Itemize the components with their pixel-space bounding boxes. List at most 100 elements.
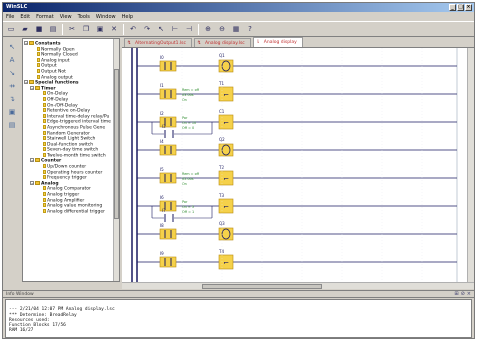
block-icon	[43, 136, 46, 141]
coil-element	[218, 59, 234, 73]
block-icon	[43, 197, 46, 202]
minimize-button[interactable]: _	[449, 4, 456, 11]
block-icon	[37, 52, 40, 57]
block-parameter: Rem = off	[182, 172, 200, 176]
tree-scrollbar[interactable]	[113, 39, 119, 281]
connect-icon[interactable]: ↘	[7, 68, 17, 78]
insert-icon[interactable]: ↴	[7, 94, 17, 104]
cut-icon[interactable]: ✂	[67, 24, 77, 34]
tree-item-label: Analog differential trigger	[47, 209, 105, 215]
delete-icon[interactable]: ✕	[109, 24, 119, 34]
output-line: RAM 16/27	[9, 328, 34, 334]
tab-label: Analog display	[263, 40, 297, 45]
tab-alternating-output[interactable]: ↯ AlternatingOutput1.lsc	[124, 38, 192, 47]
menu-window[interactable]: Window	[96, 14, 116, 20]
block-icon	[43, 186, 46, 191]
redo-icon[interactable]: ↷	[142, 24, 152, 34]
tab-label: Analog display.lsc	[204, 41, 245, 46]
diagram-hscrollbar[interactable]	[122, 282, 474, 289]
output-close-icon[interactable]: ×	[467, 291, 471, 297]
save-icon[interactable]: ■	[34, 24, 44, 34]
output-pin-icon[interactable]: ⊞	[454, 291, 458, 297]
tree-scroll-thumb[interactable]	[114, 69, 119, 219]
collapse-icon[interactable]: −	[24, 80, 28, 85]
menu-format[interactable]: Format	[36, 14, 54, 20]
cursor-icon[interactable]: ↖	[156, 24, 166, 34]
block-icon	[37, 57, 40, 62]
block-symbol: ⌐	[223, 259, 229, 267]
tree-list: − Constants Normally Open Normally Closed An…	[23, 39, 115, 281]
block-icon	[37, 74, 40, 79]
contact-element	[159, 144, 177, 156]
menu-tools[interactable]: Tools	[78, 14, 90, 20]
tree-item[interactable]: Asynchronous Pulse Gene	[23, 124, 115, 131]
tab-analog-display[interactable]: ⇂ Analog display	[252, 37, 303, 47]
block-icon	[43, 96, 46, 101]
block-icon	[43, 203, 46, 208]
open-icon[interactable]: ▰	[20, 24, 30, 34]
block-icon	[43, 141, 46, 146]
tree-item-label: Analog value monitoring	[47, 203, 103, 209]
tree-item[interactable]: Analog value monitoring	[23, 203, 115, 209]
block-icon	[43, 130, 46, 135]
pointer-icon[interactable]: ↖	[7, 42, 17, 52]
text-icon[interactable]: A	[7, 55, 17, 65]
ladder-doc-icon: ↯	[196, 40, 202, 46]
block-symbol: ⌐	[223, 175, 229, 183]
block-icon	[43, 124, 46, 129]
folder-icon	[35, 180, 40, 185]
output-panel: --- 2/21/04 12:07 PM Analog display.lsc …	[5, 299, 472, 338]
block-icon	[43, 169, 46, 174]
zoom-in-icon[interactable]: ⊕	[203, 24, 213, 34]
block-icon[interactable]: ▤	[7, 120, 17, 130]
block-parameter: On	[182, 182, 187, 186]
collapse-icon[interactable]: −	[30, 180, 34, 185]
menu-file[interactable]: File	[6, 14, 14, 20]
undo-icon[interactable]: ↶	[128, 24, 138, 34]
contact-label: I3	[162, 124, 166, 129]
simulate-icon[interactable]: ⊣	[184, 24, 194, 34]
menu-view[interactable]: View	[60, 14, 72, 20]
output-clear-icon[interactable]: ⊘	[461, 291, 465, 297]
block-symbol: ⌐	[223, 203, 229, 211]
print-icon[interactable]: ▤	[48, 24, 58, 34]
collapse-icon[interactable]: −	[30, 158, 34, 163]
block-icon	[43, 175, 46, 180]
block-icon	[37, 46, 40, 51]
diagram-vscrollbar[interactable]	[467, 48, 474, 282]
paste-icon[interactable]: ▣	[95, 24, 105, 34]
help-icon[interactable]: ?	[245, 24, 255, 34]
window-title: WinSLC	[6, 4, 28, 10]
block-parameter: Rem = off	[182, 88, 200, 92]
contact-label: I5	[160, 167, 164, 172]
contact-label: I1	[160, 83, 164, 88]
zoom-out-icon[interactable]: ⊖	[217, 24, 227, 34]
collapse-icon[interactable]: −	[24, 41, 28, 45]
tab-analog-display-lsc[interactable]: ↯ Analog display.lsc	[193, 38, 251, 47]
left-toolbar: ↖ A ↘ ⇸ ↴ ▣ ▤	[3, 38, 21, 282]
maximize-button[interactable]: □	[457, 4, 464, 11]
connect-icon[interactable]: ⊢	[170, 24, 180, 34]
block-icon	[43, 192, 46, 197]
menu-edit[interactable]: Edit	[20, 14, 30, 20]
coil-element	[218, 227, 234, 241]
ladder-diagram[interactable]: I0 Q1 I1 ⌐ Rem = off 03:00s On T1 I2 I3 ⌐ Par On = 1…	[122, 48, 467, 282]
grid-icon[interactable]: ▦	[231, 24, 241, 34]
folder-icon	[35, 85, 40, 90]
menu-help[interactable]: Help	[122, 14, 133, 20]
contact-label: I8	[160, 223, 164, 228]
tree-item-label: Normally Closed	[41, 52, 78, 58]
block-icon	[43, 119, 46, 124]
collapse-icon[interactable]: −	[30, 85, 34, 90]
block-icon	[43, 102, 46, 107]
comment-icon[interactable]: ▣	[7, 107, 17, 117]
contact-element	[159, 88, 177, 100]
split-icon[interactable]: ⇸	[7, 81, 17, 91]
hscroll-thumb[interactable]	[202, 284, 322, 289]
new-icon[interactable]: ▭	[6, 24, 16, 34]
tree-item[interactable]: Analog differential trigger	[23, 208, 115, 215]
close-button[interactable]: ×	[465, 4, 472, 11]
ladder-canvas[interactable]: I0 Q1I1⌐Rem = off03:00sOnT1I2I3 ⌐ParOn = 1…	[122, 48, 467, 282]
copy-icon[interactable]: ❐	[81, 24, 91, 34]
block-icon	[43, 152, 46, 157]
